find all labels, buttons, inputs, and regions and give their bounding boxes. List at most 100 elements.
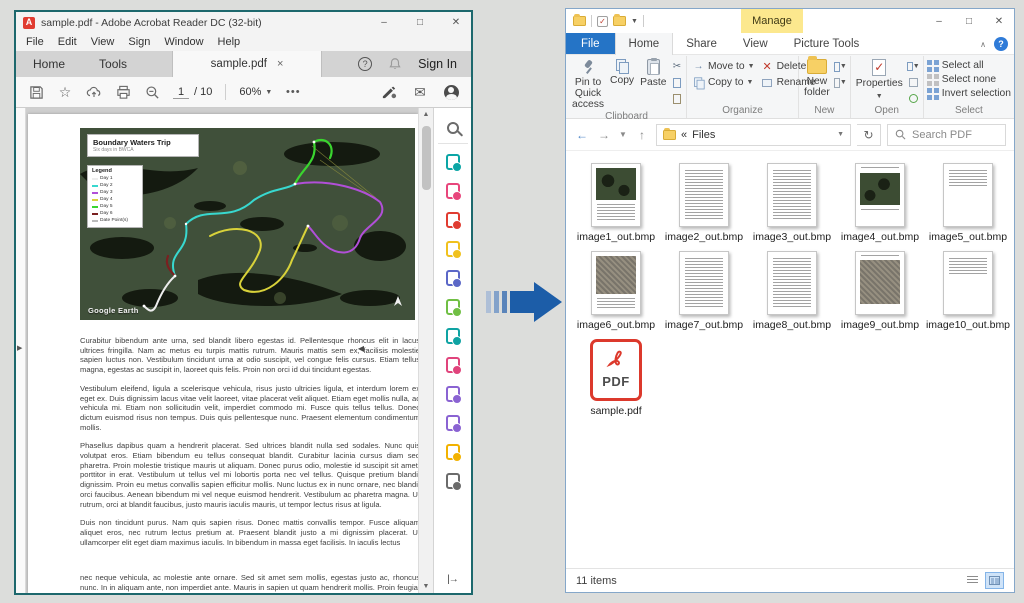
tab-share[interactable]: Share bbox=[673, 33, 730, 54]
back-icon[interactable]: ← bbox=[574, 128, 590, 142]
email-icon[interactable]: ✉ bbox=[412, 84, 428, 100]
fill-and-sign-tool[interactable] bbox=[436, 350, 470, 379]
file-item[interactable]: image4_out.bmp bbox=[836, 163, 924, 243]
file-item[interactable]: image10_out.bmp bbox=[924, 251, 1012, 331]
sign-in-button[interactable]: Sign In bbox=[418, 57, 457, 71]
panel-expand-icon[interactable]: |→ bbox=[434, 574, 471, 585]
document-tab-close-icon[interactable]: × bbox=[277, 58, 283, 70]
up-icon[interactable]: ↑ bbox=[634, 128, 650, 142]
explorer-close-button[interactable]: ✕ bbox=[984, 11, 1014, 32]
details-view-toggle[interactable] bbox=[963, 572, 982, 589]
new-item-icon[interactable]: ▼ bbox=[834, 60, 847, 73]
breadcrumb-folder[interactable]: Files bbox=[692, 129, 715, 141]
tab-picture-tools[interactable]: Picture Tools bbox=[781, 33, 873, 54]
fill-sign-pen-icon[interactable] bbox=[381, 84, 397, 100]
explorer-minimize-button[interactable]: – bbox=[924, 11, 954, 32]
qat-customize-chevron-icon[interactable]: ▼ bbox=[631, 18, 638, 25]
file-item[interactable]: PDF sample.pdf bbox=[572, 339, 660, 417]
menu-item[interactable]: Edit bbox=[51, 36, 84, 48]
invert-selection-button[interactable]: Invert selection bbox=[927, 88, 1011, 100]
paste-shortcut-icon[interactable] bbox=[670, 92, 683, 105]
qat-properties-icon[interactable]: ✓ bbox=[597, 16, 608, 27]
tab-view[interactable]: View bbox=[730, 33, 781, 54]
acrobat-minimize-button[interactable]: – bbox=[369, 12, 399, 33]
menu-item[interactable]: File bbox=[19, 36, 51, 48]
forward-icon[interactable]: → bbox=[596, 128, 612, 142]
create-pdf-tool[interactable] bbox=[436, 176, 470, 205]
star-icon[interactable]: ☆ bbox=[57, 84, 73, 100]
menu-item[interactable]: Help bbox=[211, 36, 248, 48]
scroll-up-icon[interactable]: ▲ bbox=[419, 111, 433, 118]
more-tools-tool[interactable] bbox=[436, 437, 470, 466]
explorer-help-icon[interactable]: ? bbox=[994, 37, 1008, 51]
page-number-input[interactable]: 1 bbox=[173, 86, 189, 99]
tab-file[interactable]: File bbox=[566, 33, 615, 54]
zoom-level-dropdown[interactable]: 60% ▼ bbox=[239, 86, 272, 98]
tab-home[interactable]: Home bbox=[16, 51, 82, 77]
file-item[interactable]: image2_out.bmp bbox=[660, 163, 748, 243]
copy-path-icon[interactable] bbox=[670, 76, 683, 89]
thumbnails-view-toggle[interactable] bbox=[985, 572, 1004, 589]
export-pdf-tool[interactable] bbox=[436, 147, 470, 176]
easy-access-icon[interactable]: ▼ bbox=[834, 76, 847, 89]
file-item[interactable]: image7_out.bmp bbox=[660, 251, 748, 331]
more-tools-icon[interactable]: ••• bbox=[285, 84, 301, 100]
paste-button[interactable]: Paste bbox=[637, 58, 669, 89]
select-all-button[interactable]: Select all bbox=[927, 60, 1011, 72]
menu-item[interactable]: Window bbox=[157, 36, 210, 48]
notifications-bell-icon[interactable] bbox=[388, 57, 402, 71]
document-scrollbar[interactable]: ▲ ▼ bbox=[418, 108, 433, 593]
account-avatar-icon[interactable] bbox=[443, 84, 459, 100]
file-item[interactable]: image5_out.bmp bbox=[924, 163, 1012, 243]
ribbon-collapse-icon[interactable]: ∧ bbox=[980, 40, 986, 49]
comment-tool[interactable] bbox=[436, 234, 470, 263]
file-item[interactable]: image9_out.bmp bbox=[836, 251, 924, 331]
file-item[interactable]: image8_out.bmp bbox=[748, 251, 836, 331]
file-item[interactable]: image6_out.bmp bbox=[572, 251, 660, 331]
nav-pane-expand-icon[interactable]: ▶ bbox=[17, 344, 22, 352]
explorer-maximize-button[interactable]: □ bbox=[954, 11, 984, 32]
combine-files-tool[interactable] bbox=[436, 263, 470, 292]
print-icon[interactable] bbox=[115, 84, 131, 100]
new-folder-button[interactable]: New folder bbox=[801, 58, 833, 99]
copy-button[interactable]: Copy bbox=[607, 58, 637, 87]
select-none-button[interactable]: Select none bbox=[927, 74, 1011, 86]
save-icon[interactable] bbox=[28, 84, 44, 100]
organize-pages-tool[interactable] bbox=[436, 292, 470, 321]
share-upload-icon[interactable] bbox=[86, 84, 102, 100]
edit-pdf-tool[interactable] bbox=[436, 205, 470, 234]
protect-tool[interactable] bbox=[436, 379, 470, 408]
tools-panel-collapse-icon[interactable]: ◀ bbox=[358, 344, 364, 353]
menu-item[interactable]: View bbox=[84, 36, 122, 48]
chevron-down-icon[interactable]: ▼ bbox=[837, 131, 844, 138]
properties-button[interactable]: ✓ Properties ▼ bbox=[853, 58, 906, 103]
acrobat-maximize-button[interactable]: □ bbox=[405, 12, 435, 33]
search-input[interactable]: Search PDF bbox=[887, 124, 1006, 146]
cut-icon[interactable]: ✂ bbox=[670, 60, 683, 73]
help-icon[interactable]: ? bbox=[358, 57, 372, 71]
open-with-icon[interactable]: ▼ bbox=[907, 60, 920, 73]
edit-icon[interactable] bbox=[907, 76, 920, 89]
certificates-tool[interactable] bbox=[436, 408, 470, 437]
acrobat-close-button[interactable]: ✕ bbox=[441, 12, 471, 33]
recent-locations-chevron-icon[interactable]: ▼ bbox=[618, 130, 628, 139]
tool-settings-tool[interactable] bbox=[436, 466, 470, 495]
tab-home[interactable]: Home bbox=[615, 33, 674, 55]
address-breadcrumb[interactable]: « Files ▼ bbox=[656, 124, 851, 146]
pin-to-quick-access-button[interactable]: Pin to Quick access bbox=[569, 58, 607, 111]
file-item[interactable]: image3_out.bmp bbox=[748, 163, 836, 243]
qat-new-folder-icon[interactable] bbox=[613, 16, 626, 26]
refresh-icon[interactable]: ↻ bbox=[857, 124, 881, 146]
search-tool[interactable] bbox=[438, 113, 468, 144]
tab-document[interactable]: sample.pdf × bbox=[172, 51, 322, 77]
tab-tools[interactable]: Tools bbox=[82, 51, 144, 77]
menu-item[interactable]: Sign bbox=[121, 36, 157, 48]
scrollbar-thumb[interactable] bbox=[422, 126, 431, 190]
move-to-button[interactable]: → Move to ▼ bbox=[692, 60, 755, 73]
history-icon[interactable] bbox=[907, 92, 920, 105]
compress-pdf-tool[interactable] bbox=[436, 321, 470, 350]
zoom-out-icon[interactable] bbox=[144, 84, 160, 100]
scroll-down-icon[interactable]: ▼ bbox=[419, 583, 433, 590]
copy-to-button[interactable]: Copy to ▼ bbox=[692, 76, 755, 89]
file-item[interactable]: image1_out.bmp bbox=[572, 163, 660, 243]
